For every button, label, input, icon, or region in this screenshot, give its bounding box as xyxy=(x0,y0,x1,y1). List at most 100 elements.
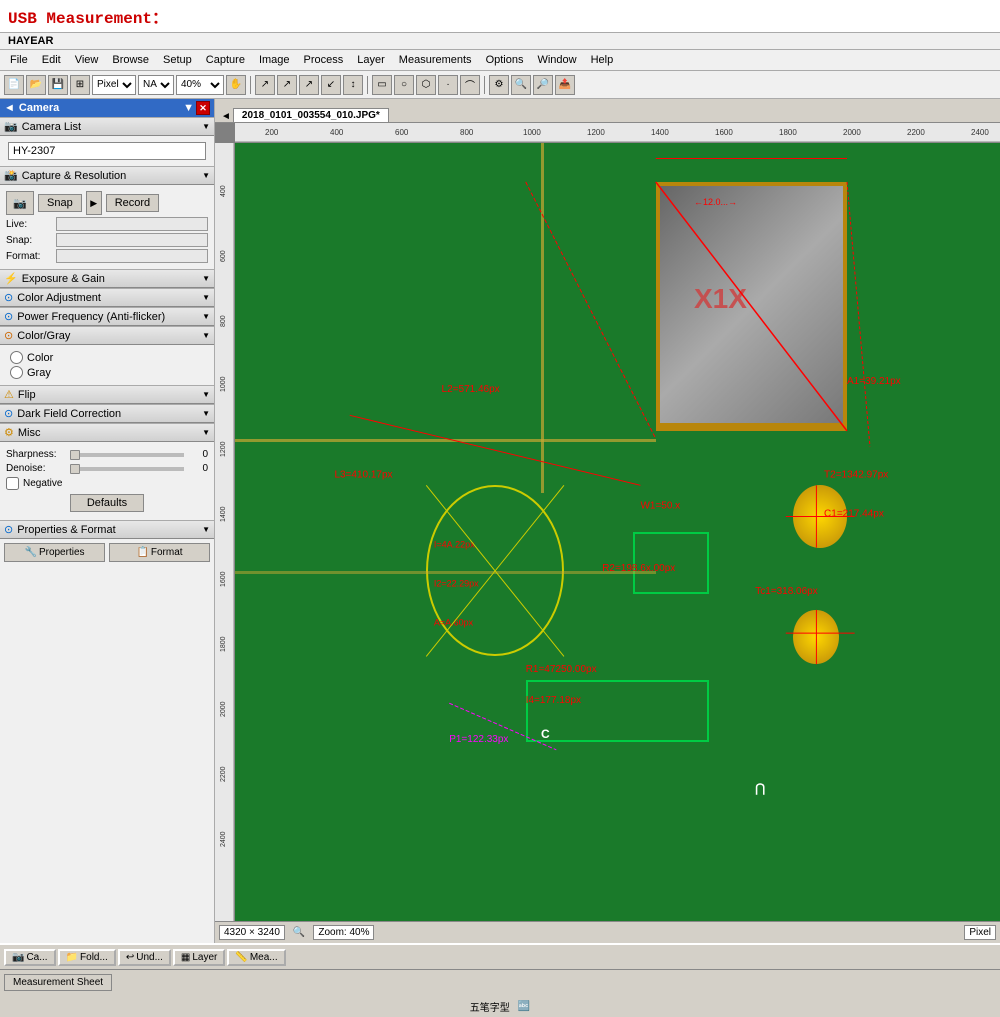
trace-h1 xyxy=(235,439,656,442)
toolbar-measure1[interactable]: ↗ xyxy=(255,75,275,95)
format-button[interactable]: 📋 Format xyxy=(109,543,210,562)
menu-item-view[interactable]: View xyxy=(69,52,105,68)
undo-taskbar-icon: ↩ xyxy=(126,952,134,963)
taskbar-folder[interactable]: 📁 Fold... xyxy=(58,949,116,966)
toolbar-rect[interactable]: ▭ xyxy=(372,75,392,95)
camera-panel-header[interactable]: ◄ Camera ▼ ✕ xyxy=(0,99,214,117)
section-color-adj[interactable]: ⊙ Color Adjustment ▼ xyxy=(0,288,214,307)
toolbar-point[interactable]: · xyxy=(438,75,458,95)
app-name: HAYEAR xyxy=(8,35,53,47)
folder-taskbar-label: Fold... xyxy=(80,952,108,963)
format-label: Format: xyxy=(6,251,56,262)
menu-item-process[interactable]: Process xyxy=(298,52,350,68)
taskbar-mea[interactable]: 📏 Mea... xyxy=(227,949,285,966)
svg-text:P1=122.33px: P1=122.33px xyxy=(449,734,508,745)
section-misc[interactable]: ⚙ Misc ▼ xyxy=(0,423,214,442)
pcb-background: X1X xyxy=(235,143,1000,921)
toolbar-zoom-out[interactable]: 🔎 xyxy=(533,75,553,95)
toolbar-circle[interactable]: ○ xyxy=(394,75,414,95)
section-props-format[interactable]: ⊙ Properties & Format ▼ xyxy=(0,520,214,539)
flip-icon: ⚠ xyxy=(4,388,14,401)
capture-res-icon: 📸 xyxy=(4,169,18,182)
record-label: Record xyxy=(115,197,150,209)
camera-list-label: Camera List xyxy=(22,121,81,133)
toolbar-grid[interactable]: ⊞ xyxy=(70,75,90,95)
section-camera-list[interactable]: 📷 Camera List ▼ xyxy=(0,117,214,136)
gold-hole-2 xyxy=(793,610,839,664)
toolbar-measure3[interactable]: ↗ xyxy=(299,75,319,95)
panel-close-btn[interactable]: ✕ xyxy=(196,101,210,115)
toolbar-export[interactable]: 📤 xyxy=(555,75,575,95)
taskbar-layer[interactable]: ▦ Layer xyxy=(173,949,225,966)
menu-item-browse[interactable]: Browse xyxy=(106,52,155,68)
toolbar-arc[interactable]: ⌒ xyxy=(460,75,480,95)
canvas-container[interactable]: X1X xyxy=(215,123,1000,921)
section-flip[interactable]: ⚠ Flip ▼ xyxy=(0,385,214,404)
color-radio[interactable] xyxy=(10,351,23,364)
record-button[interactable]: Record xyxy=(106,194,159,212)
tab-nav-left[interactable]: ◄ xyxy=(219,111,233,122)
svg-text:800: 800 xyxy=(220,315,227,327)
props-format-icon: ⊙ xyxy=(4,523,13,536)
toolbar-new[interactable]: 📄 xyxy=(4,75,24,95)
menu-item-capture[interactable]: Capture xyxy=(200,52,251,68)
camera-nav-back[interactable]: ◄ xyxy=(4,102,15,114)
menu-item-setup[interactable]: Setup xyxy=(157,52,198,68)
pixel-select[interactable]: Pixel xyxy=(92,75,136,95)
snap-icon-btn[interactable]: 📷 xyxy=(6,191,34,215)
toolbar-poly[interactable]: ⬡ xyxy=(416,75,436,95)
layer-taskbar-label: Layer xyxy=(192,952,217,963)
taskbar-undo[interactable]: ↩ Und... xyxy=(118,949,171,966)
menu-item-help[interactable]: Help xyxy=(585,52,620,68)
menu-item-options[interactable]: Options xyxy=(480,52,530,68)
center-area: ◄ 2018_0101_003554_010.JPG* X1X xyxy=(215,99,1000,943)
sharpness-label: Sharpness: xyxy=(6,449,66,460)
negative-checkbox[interactable] xyxy=(6,477,19,490)
svg-text:1400: 1400 xyxy=(651,128,669,137)
camera-list-icon: 📷 xyxy=(4,120,18,133)
toolbar-calib[interactable]: ⚙ xyxy=(489,75,509,95)
properties-button[interactable]: 🔧 Properties xyxy=(4,543,105,562)
section-capture-res[interactable]: 📸 Capture & Resolution ▼ xyxy=(0,166,214,185)
chip-bot-pad xyxy=(656,423,847,427)
denoise-slider[interactable] xyxy=(70,467,184,471)
color-adj-label: Color Adjustment xyxy=(17,292,101,304)
toolbar-open[interactable]: 📂 xyxy=(26,75,46,95)
play-icon[interactable]: ▶ xyxy=(86,191,102,215)
menu-bar: FileEditViewBrowseSetupCaptureImageProce… xyxy=(0,50,1000,71)
section-color-gray[interactable]: ⊙ Color/Gray ▼ xyxy=(0,326,214,345)
left-panel: ◄ Camera ▼ ✕ 📷 Camera List ▼ HY-2307 📸 C… xyxy=(0,99,215,943)
toolbar-measure4[interactable]: ↙ xyxy=(321,75,341,95)
snap-button[interactable]: Snap xyxy=(38,194,82,212)
panel-collapse-arrow[interactable]: ▼ xyxy=(183,102,194,114)
section-power-freq[interactable]: ⊙ Power Frequency (Anti-flicker) ▼ xyxy=(0,307,214,326)
section-dark-field[interactable]: ⊙ Dark Field Correction ▼ xyxy=(0,404,214,423)
zoom-select[interactable]: 40% 25% 50% 100% xyxy=(176,75,224,95)
measurement-sheet-tab[interactable]: Measurement Sheet xyxy=(4,974,112,991)
menu-item-edit[interactable]: Edit xyxy=(36,52,67,68)
toolbar-measure2[interactable]: ↗ xyxy=(277,75,297,95)
main-tab[interactable]: 2018_0101_003554_010.JPG* xyxy=(233,108,389,122)
toolbar-hand[interactable]: ✋ xyxy=(226,75,246,95)
taskbar-camera[interactable]: 📷 Ca... xyxy=(4,949,56,966)
toolbar-save[interactable]: 💾 xyxy=(48,75,68,95)
toolbar-measure5[interactable]: ↕ xyxy=(343,75,363,95)
toolbar-zoom-in[interactable]: 🔍 xyxy=(511,75,531,95)
menu-item-file[interactable]: File xyxy=(4,52,34,68)
section-exposure[interactable]: ⚡ Exposure & Gain ▼ xyxy=(0,269,214,288)
main-chip xyxy=(656,182,847,431)
menu-item-window[interactable]: Window xyxy=(531,52,582,68)
misc-icon: ⚙ xyxy=(4,426,14,439)
gray-radio[interactable] xyxy=(10,366,23,379)
menu-item-layer[interactable]: Layer xyxy=(351,52,391,68)
camera-list-chevron: ▼ xyxy=(202,122,210,131)
menu-item-image[interactable]: Image xyxy=(253,52,296,68)
pixel-unit: Pixel xyxy=(964,925,996,940)
na-select[interactable]: NA xyxy=(138,75,174,95)
svg-text:1000: 1000 xyxy=(220,376,227,392)
color-adj-icon: ⊙ xyxy=(4,291,13,304)
menu-item-measurements[interactable]: Measurements xyxy=(393,52,478,68)
defaults-button[interactable]: Defaults xyxy=(70,494,144,512)
sharpness-slider[interactable] xyxy=(70,453,184,457)
mea-taskbar-icon: 📏 xyxy=(235,952,247,963)
